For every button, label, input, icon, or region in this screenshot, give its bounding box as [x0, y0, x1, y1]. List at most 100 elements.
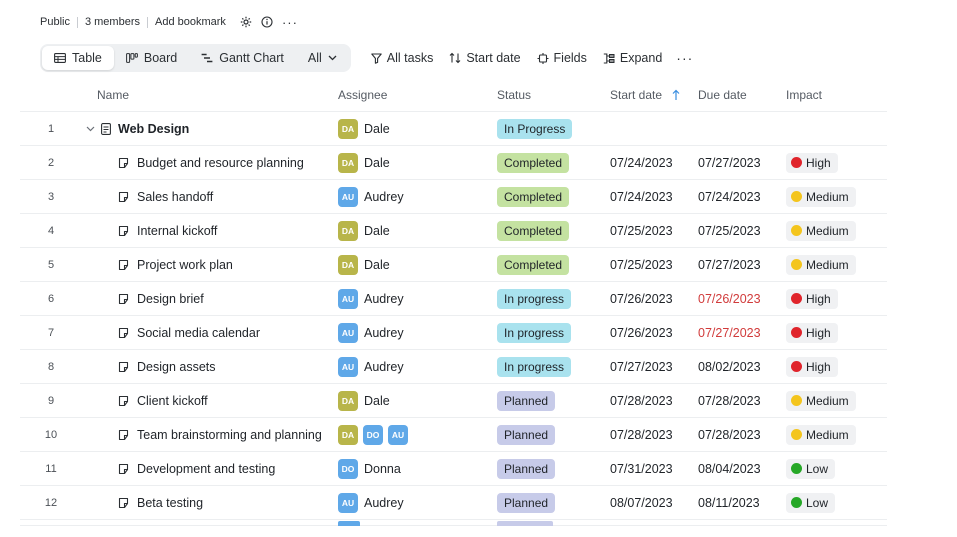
impact-cell[interactable]: Medium	[786, 186, 886, 207]
assignee-cell[interactable]: AU Audrey	[338, 186, 497, 207]
assignee-cell[interactable]: DA Dale	[338, 254, 497, 275]
members-link[interactable]: 3 members	[85, 16, 140, 28]
task-name-cell[interactable]: Development and testing	[82, 462, 338, 476]
start-date-cell[interactable]: 07/26/2023	[610, 292, 698, 306]
due-date-cell[interactable]: 08/04/2023	[698, 462, 786, 476]
due-date-cell[interactable]: 08/02/2023	[698, 360, 786, 374]
due-date-cell[interactable]: 07/28/2023	[698, 394, 786, 408]
status-cell[interactable]: In Progress	[497, 118, 610, 139]
table-row[interactable]: 7 Social media calendar AU Audrey In progres…	[20, 316, 887, 350]
start-date-cell[interactable]: 07/26/2023	[610, 326, 698, 340]
header-assignee[interactable]: Assignee	[338, 88, 497, 102]
settings-gear-icon[interactable]	[240, 16, 252, 28]
views-all-dropdown[interactable]: All	[296, 46, 349, 70]
impact-cell[interactable]: High	[786, 322, 886, 343]
task-name-cell[interactable]: Sales handoff	[82, 190, 338, 204]
status-cell[interactable]: Planned	[497, 390, 610, 411]
status-cell[interactable]: Completed	[497, 152, 610, 173]
task-name-cell[interactable]: Design brief	[82, 292, 338, 306]
impact-cell[interactable]: Low	[786, 458, 886, 479]
expand-button[interactable]: Expand	[603, 51, 662, 65]
due-date-cell[interactable]: 07/27/2023	[698, 156, 786, 170]
table-row[interactable]: 10 Team brainstorming and planning DA DO AU P…	[20, 418, 887, 452]
visibility-label[interactable]: Public	[40, 16, 70, 28]
toolbar-more-icon[interactable]: ···	[676, 50, 693, 66]
start-date-cell[interactable]: 07/28/2023	[610, 394, 698, 408]
tab-board[interactable]: Board	[114, 46, 189, 70]
assignee-cell[interactable]: DA Dale	[338, 118, 497, 139]
status-cell[interactable]: Planned	[497, 458, 610, 479]
assignee-cell[interactable]: DA DO AU	[338, 424, 497, 445]
table-row[interactable]: 1 Web Design DA Dale In Progress	[20, 112, 887, 146]
assignee-cell[interactable]: AU Audrey	[338, 322, 497, 343]
due-date-cell[interactable]: 07/28/2023	[698, 428, 786, 442]
start-date-cell[interactable]: 07/25/2023	[610, 258, 698, 272]
status-cell[interactable]: In progress	[497, 356, 610, 377]
impact-cell[interactable]: High	[786, 152, 886, 173]
start-date-cell[interactable]: 07/28/2023	[610, 428, 698, 442]
status-cell[interactable]: Planned	[497, 424, 610, 445]
table-row[interactable]: 11 Development and testing DO Donna Planned 0…	[20, 452, 887, 486]
task-name-cell[interactable]: Project work plan	[82, 258, 338, 272]
due-date-cell[interactable]: 07/27/2023	[698, 326, 786, 340]
more-options-icon[interactable]: ···	[282, 15, 298, 30]
table-row[interactable]: 4 Internal kickoff DA Dale Completed 07/25/20…	[20, 214, 887, 248]
assignee-cell[interactable]: AU Audrey	[338, 492, 497, 513]
task-name-cell[interactable]: Internal kickoff	[82, 224, 338, 238]
impact-cell[interactable]: Medium	[786, 254, 886, 275]
due-date-cell[interactable]: 08/11/2023	[698, 496, 786, 510]
status-cell[interactable]: Completed	[497, 254, 610, 275]
impact-cell[interactable]: High	[786, 288, 886, 309]
tab-table[interactable]: Table	[42, 46, 114, 70]
header-due-date[interactable]: Due date	[698, 88, 786, 102]
assignee-cell[interactable]: DO Donna	[338, 458, 497, 479]
sort-button[interactable]: Start date	[449, 51, 521, 65]
assignee-cell[interactable]: AU Audrey	[338, 288, 497, 309]
add-bookmark-link[interactable]: Add bookmark	[155, 16, 226, 28]
header-name[interactable]: Name	[82, 88, 338, 102]
table-row[interactable]: 8 Design assets AU Audrey In progress 07/27/2…	[20, 350, 887, 384]
task-name-cell[interactable]: Design assets	[82, 360, 338, 374]
table-row[interactable]: 5 Project work plan DA Dale Completed 07/25/2…	[20, 248, 887, 282]
start-date-cell[interactable]: 07/24/2023	[610, 190, 698, 204]
impact-cell[interactable]: Medium	[786, 220, 886, 241]
due-date-cell[interactable]: 07/25/2023	[698, 224, 786, 238]
header-start-date[interactable]: Start date	[610, 88, 698, 102]
status-cell[interactable]: Planned	[497, 492, 610, 513]
impact-cell[interactable]: High	[786, 356, 886, 377]
impact-cell[interactable]: Medium	[786, 424, 886, 445]
due-date-cell[interactable]: 07/26/2023	[698, 292, 786, 306]
header-impact[interactable]: Impact	[786, 88, 886, 102]
sort-ascending-icon[interactable]	[672, 89, 680, 101]
table-row[interactable]: 3 Sales handoff AU Audrey Completed 07/24/202…	[20, 180, 887, 214]
info-icon[interactable]	[261, 16, 273, 28]
table-row[interactable]: 12 Beta testing AU Audrey Planned 08/07/2023 0…	[20, 486, 887, 520]
task-name-cell[interactable]: Client kickoff	[82, 394, 338, 408]
impact-cell[interactable]: Low	[786, 492, 886, 513]
filter-button[interactable]: All tasks	[371, 51, 433, 65]
due-date-cell[interactable]: 07/27/2023	[698, 258, 786, 272]
fields-button[interactable]: Fields	[537, 51, 587, 65]
start-date-cell[interactable]: 08/07/2023	[610, 496, 698, 510]
task-name-cell[interactable]: Beta testing	[82, 496, 338, 510]
start-date-cell[interactable]: 07/27/2023	[610, 360, 698, 374]
start-date-cell[interactable]: 07/24/2023	[610, 156, 698, 170]
table-row[interactable]: 2 Budget and resource planning DA Dale Compl…	[20, 146, 887, 180]
assignee-cell[interactable]: DA Dale	[338, 152, 497, 173]
task-name-cell[interactable]: Team brainstorming and planning	[82, 428, 338, 442]
table-row[interactable]: 9 Client kickoff DA Dale Planned 07/28/2023 07…	[20, 384, 887, 418]
assignee-cell[interactable]: DA Dale	[338, 390, 497, 411]
start-date-cell[interactable]: 07/25/2023	[610, 224, 698, 238]
header-status[interactable]: Status	[497, 88, 610, 102]
due-date-cell[interactable]: 07/24/2023	[698, 190, 786, 204]
status-cell[interactable]: Completed	[497, 220, 610, 241]
task-name-cell[interactable]: Social media calendar	[82, 326, 338, 340]
task-name-cell[interactable]: Web Design	[82, 122, 338, 136]
collapse-chevron-icon[interactable]	[82, 126, 98, 132]
assignee-cell[interactable]: AU Audrey	[338, 356, 497, 377]
impact-cell[interactable]: Medium	[786, 390, 886, 411]
status-cell[interactable]: In progress	[497, 288, 610, 309]
assignee-cell[interactable]: DA Dale	[338, 220, 497, 241]
table-row[interactable]: 6 Design brief AU Audrey In progress 07/26/20…	[20, 282, 887, 316]
start-date-cell[interactable]: 07/31/2023	[610, 462, 698, 476]
